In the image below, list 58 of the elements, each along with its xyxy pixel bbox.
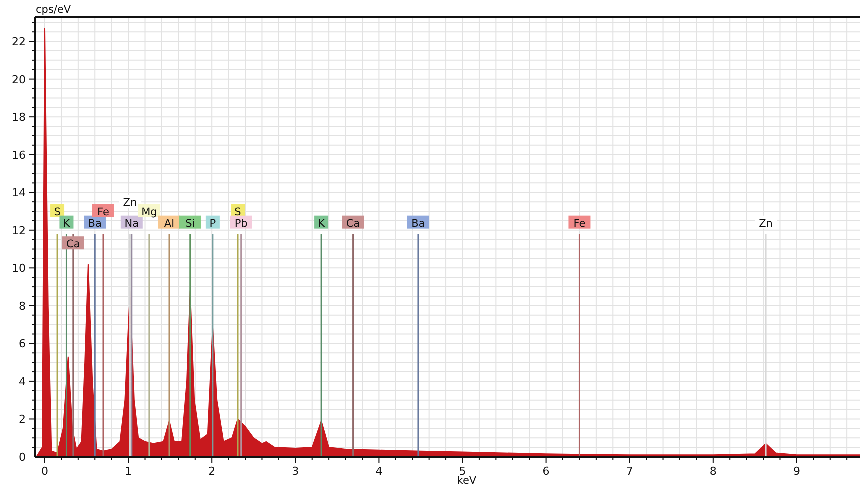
annotation: K: [318, 218, 326, 230]
x-tick-label: 0: [42, 465, 48, 478]
annotation: Ba: [412, 218, 426, 230]
element-label: Zn: [119, 195, 142, 210]
annotation: Si: [186, 218, 196, 230]
annotation: Fe: [574, 218, 586, 230]
y-axis-title: cps/eV: [36, 4, 72, 16]
element-label: Ca: [62, 236, 84, 251]
annotation: Ca: [66, 238, 80, 251]
x-axis-title: keV: [457, 475, 477, 486]
annotation: Na: [124, 218, 140, 230]
x-tick-label: 3: [292, 465, 300, 478]
annotation: S: [54, 206, 62, 219]
y-tick-label: 16: [12, 148, 26, 162]
element-label: K: [314, 216, 329, 230]
element-label: Ba: [407, 216, 430, 230]
element-label: Si: [179, 216, 202, 230]
x-tick-label: 4: [376, 465, 383, 478]
y-tick-label: 12: [12, 224, 26, 238]
element-label: Ca: [342, 216, 364, 230]
element-label: Mg: [138, 204, 160, 218]
x-tick-label: 6: [542, 465, 550, 478]
annotation: P: [210, 218, 216, 230]
element-label: S: [50, 204, 65, 218]
y-tick-label: 2: [19, 413, 26, 426]
x-tick-label: 1: [125, 465, 132, 478]
y-tick-label: 14: [12, 186, 26, 200]
y-tick-label: 18: [12, 111, 26, 124]
x-tick-label: 2: [208, 465, 216, 478]
x-tick-label: 5: [459, 465, 466, 478]
element-label: Fe: [92, 204, 114, 218]
annotation: Mg: [142, 206, 158, 219]
x-tick-label: 9: [793, 465, 800, 478]
element-label: P: [206, 216, 220, 230]
element-label: Ba: [84, 216, 106, 230]
annotation: Pb: [234, 218, 248, 230]
element-label: Fe: [568, 216, 591, 230]
annotation: K: [63, 218, 72, 230]
element-label: S: [231, 204, 245, 218]
annotation: Al: [164, 218, 175, 230]
annotation: Ca: [346, 218, 360, 230]
element-label: Pb: [230, 216, 252, 230]
element-label: Na: [120, 216, 143, 230]
annotation: Zn: [123, 197, 138, 210]
y-tick-label: 8: [19, 300, 26, 313]
x-tick-label: 8: [710, 465, 717, 478]
element-label: Al: [158, 216, 180, 230]
y-tick-label: 6: [19, 338, 26, 351]
y-tick-label: 4: [19, 375, 26, 388]
annotation: Ba: [88, 218, 102, 230]
x-tick-label: 7: [626, 465, 634, 478]
y-tick-label: 10: [12, 262, 26, 276]
y-tick-label: 0: [19, 451, 26, 464]
element-label: K: [60, 216, 74, 230]
element-label: Zn: [755, 216, 778, 230]
y-tick-label: 22: [12, 36, 26, 49]
y-tick-label: 20: [12, 73, 26, 86]
annotation: Zn: [759, 218, 773, 230]
